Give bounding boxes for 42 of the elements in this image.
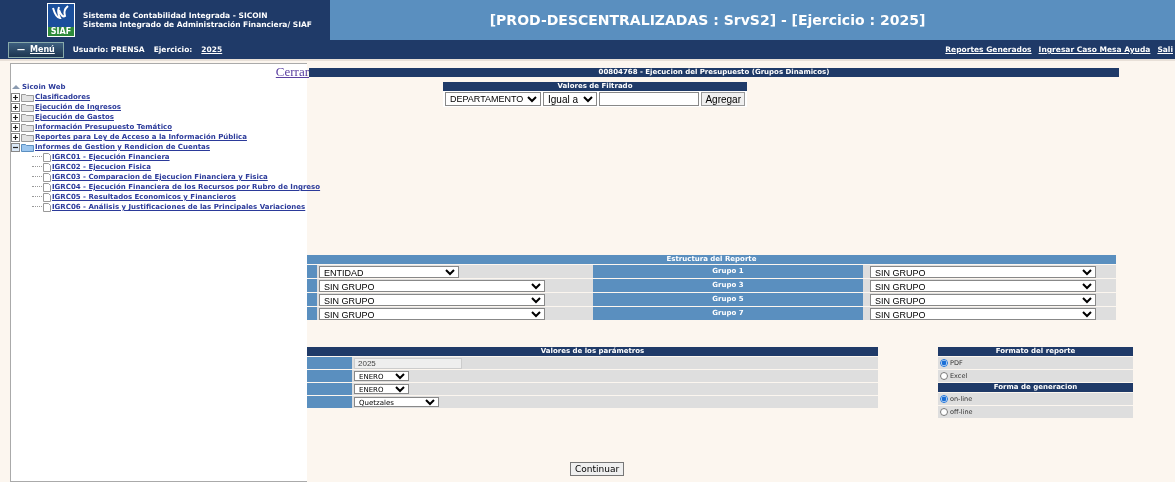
folder-icon: [21, 112, 34, 122]
group-dropdown[interactable]: SIN GRUPO: [870, 279, 1096, 292]
row-header-cell: [307, 357, 352, 369]
year-field: 2025: [354, 357, 462, 369]
folder-icon: [21, 132, 34, 142]
row-header-cell: [307, 279, 317, 292]
radio-button[interactable]: [940, 395, 948, 403]
row-header-cell: [307, 265, 317, 278]
radio-button[interactable]: [940, 408, 948, 416]
expand-icon[interactable]: [11, 112, 20, 122]
radio-button[interactable]: [940, 372, 948, 380]
group-dropdown[interactable]: SIN GRUPO: [870, 293, 1096, 306]
radio-button[interactable]: [940, 359, 948, 367]
expand-icon[interactable]: [11, 132, 20, 142]
group-dropdown[interactable]: SIN GRUPO: [870, 307, 1096, 320]
expand-icon[interactable]: [11, 122, 20, 132]
add-button[interactable]: Agregar: [701, 92, 745, 106]
value-field[interactable]: [599, 92, 700, 106]
row-header-cell: [307, 383, 352, 395]
menu-button[interactable]: — Menú: [8, 41, 64, 58]
row-header-cell: [307, 293, 317, 306]
row-header-cell: [307, 370, 352, 382]
collapse-icon[interactable]: [11, 142, 20, 152]
expand-icon[interactable]: [11, 92, 20, 102]
group-dropdown[interactable]: SIN GRUPO: [319, 293, 545, 306]
field-dropdown[interactable]: DEPARTAMENTO: [445, 92, 541, 106]
row-header-cell: [307, 307, 317, 320]
group-dropdown[interactable]: SIN GRUPO: [319, 307, 545, 320]
environment-title: [PROD-DESCENTRALIZADAS : SrvS2] - [Ejercicio : 2025]: [489, 12, 926, 28]
folder-icon: [21, 142, 34, 152]
group-dropdown[interactable]: ENTIDAD: [319, 265, 459, 278]
operator-dropdown[interactable]: Igual a: [543, 92, 598, 106]
folder-icon: [21, 102, 34, 112]
group-dropdown[interactable]: SIN GRUPO: [870, 265, 1096, 278]
folder-icon: [21, 122, 34, 132]
continue-button[interactable]: Continuar: [570, 462, 625, 476]
group-dropdown[interactable]: SIN GRUPO: [319, 279, 545, 292]
folder-icon: [21, 92, 34, 102]
row-header-cell: [307, 396, 352, 408]
expand-icon[interactable]: [11, 102, 20, 112]
siaf-logo: SIAF: [47, 3, 75, 37]
close-link[interactable]: Cerrar: [275, 64, 309, 80]
